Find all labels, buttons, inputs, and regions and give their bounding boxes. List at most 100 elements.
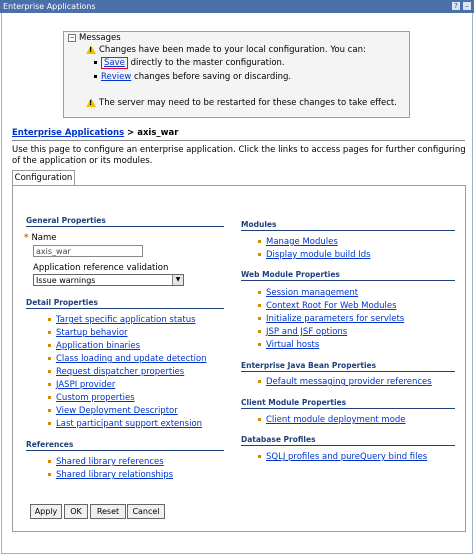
bullet-icon <box>94 75 97 78</box>
messages-header[interactable]: − Messages <box>68 33 121 43</box>
web-module-link[interactable]: JSP and JSF options <box>266 327 347 337</box>
section-divider <box>26 450 224 451</box>
bullet-icon <box>48 422 51 425</box>
bullet-icon <box>258 343 261 346</box>
apply-button[interactable]: Apply <box>30 504 62 519</box>
list-item: Application binaries <box>48 341 140 351</box>
modules-link[interactable]: Display module build Ids <box>266 250 371 260</box>
section-divider <box>241 230 455 231</box>
list-item: Default messaging provider references <box>258 377 432 387</box>
list-item: Context Root For Web Modules <box>258 301 397 311</box>
references-link[interactable]: Shared library references <box>56 457 164 467</box>
detail-link[interactable]: JASPI provider <box>56 380 115 390</box>
list-item: Startup behavior <box>48 328 128 338</box>
client-module-title: Client Module Properties <box>241 398 347 407</box>
bullet-icon <box>48 396 51 399</box>
references-link[interactable]: Shared library relationships <box>56 470 173 480</box>
bullet-icon <box>48 409 51 412</box>
web-module-link[interactable]: Virtual hosts <box>266 340 319 350</box>
window-titlebar: Enterprise Applications ? – <box>0 0 474 13</box>
list-item: Virtual hosts <box>258 340 319 350</box>
bullet-icon <box>48 473 51 476</box>
detail-link[interactable]: Request dispatcher properties <box>56 367 184 377</box>
web-module-link[interactable]: Context Root For Web Modules <box>266 301 397 311</box>
bullet-icon <box>48 383 51 386</box>
database-profiles-title: Database Profiles <box>241 435 316 444</box>
database-profiles-link[interactable]: SQLJ profiles and pureQuery bind files <box>266 452 427 462</box>
page-description: Use this page to configure an enterprise… <box>12 145 466 166</box>
detail-link[interactable]: View Deployment Descriptor <box>56 406 178 416</box>
list-item: JASPI provider <box>48 380 115 390</box>
review-link[interactable]: Review <box>101 72 131 82</box>
section-divider <box>26 226 224 227</box>
detail-link[interactable]: Target specific application status <box>56 315 196 325</box>
bullet-icon <box>48 370 51 373</box>
bullet-icon <box>48 318 51 321</box>
list-item: Target specific application status <box>48 315 196 325</box>
detail-link[interactable]: Custom properties <box>56 393 135 403</box>
name-field[interactable]: axis_war <box>33 245 143 257</box>
tab-configuration[interactable]: Configuration <box>12 170 75 186</box>
help-icon[interactable]: ? <box>452 2 460 10</box>
changes-message: Changes have been made to your local con… <box>86 45 366 55</box>
window-title: Enterprise Applications <box>3 2 96 11</box>
client-module-link[interactable]: Client module deployment mode <box>266 415 406 425</box>
chevron-down-icon[interactable]: ▼ <box>172 275 183 285</box>
section-divider <box>26 308 224 309</box>
save-link[interactable]: Save <box>101 57 128 69</box>
detail-link[interactable]: Class loading and update detection <box>56 354 207 364</box>
web-module-title: Web Module Properties <box>241 270 340 279</box>
list-item: JSP and JSF options <box>258 327 347 337</box>
breadcrumb: Enterprise Applications > axis_war <box>12 128 179 138</box>
bullet-icon <box>48 460 51 463</box>
list-item: Last participant support extension <box>48 419 202 429</box>
list-item: View Deployment Descriptor <box>48 406 178 416</box>
list-item: Manage Modules <box>258 237 338 247</box>
required-icon: * <box>24 233 29 243</box>
collapse-icon[interactable]: − <box>68 33 76 42</box>
bullet-icon <box>258 304 261 307</box>
list-item: Initialize parameters for servlets <box>258 314 404 324</box>
warning-icon <box>86 98 96 107</box>
restart-message: The server may need to be restarted for … <box>86 98 397 108</box>
ejb-link[interactable]: Default messaging provider references <box>266 377 432 387</box>
reset-button[interactable]: Reset <box>90 504 126 519</box>
list-item: Display module build Ids <box>258 250 371 260</box>
bullet-icon <box>48 357 51 360</box>
ok-button[interactable]: OK <box>64 504 88 519</box>
cancel-button[interactable]: Cancel <box>127 504 165 519</box>
warning-icon <box>86 45 96 54</box>
section-divider <box>241 371 455 372</box>
list-item: Shared library relationships <box>48 470 173 480</box>
bullet-icon <box>258 253 261 256</box>
messages-box: −Messages Changes have been made to your… <box>63 31 410 118</box>
detail-link[interactable]: Application binaries <box>56 341 140 351</box>
detail-link[interactable]: Last participant support extension <box>56 419 202 429</box>
section-divider <box>241 408 455 409</box>
references-title: References <box>26 440 74 449</box>
web-module-link[interactable]: Session management <box>266 288 358 298</box>
bullet-icon <box>258 291 261 294</box>
detail-properties-title: Detail Properties <box>26 298 98 307</box>
section-divider <box>241 445 455 446</box>
bullet-icon <box>48 344 51 347</box>
breadcrumb-current: axis_war <box>137 128 179 138</box>
divider <box>12 140 465 141</box>
save-line: Save directly to the master configuratio… <box>94 57 285 69</box>
bullet-icon <box>258 380 261 383</box>
detail-link[interactable]: Startup behavior <box>56 328 128 338</box>
list-item: Shared library references <box>48 457 164 467</box>
minimize-icon[interactable]: – <box>463 2 471 10</box>
list-item: Custom properties <box>48 393 135 403</box>
review-line: Review changes before saving or discardi… <box>94 72 291 82</box>
list-item: SQLJ profiles and pureQuery bind files <box>258 452 427 462</box>
name-label-row: * Name <box>24 233 57 243</box>
bullet-icon <box>258 418 261 421</box>
breadcrumb-enterprise-applications[interactable]: Enterprise Applications <box>12 128 124 138</box>
list-item: Session management <box>258 288 358 298</box>
bullet-icon <box>258 330 261 333</box>
web-module-link[interactable]: Initialize parameters for servlets <box>266 314 404 324</box>
arv-select[interactable]: Issue warnings ▼ <box>33 274 184 286</box>
list-item: Request dispatcher properties <box>48 367 184 377</box>
modules-link[interactable]: Manage Modules <box>266 237 338 247</box>
